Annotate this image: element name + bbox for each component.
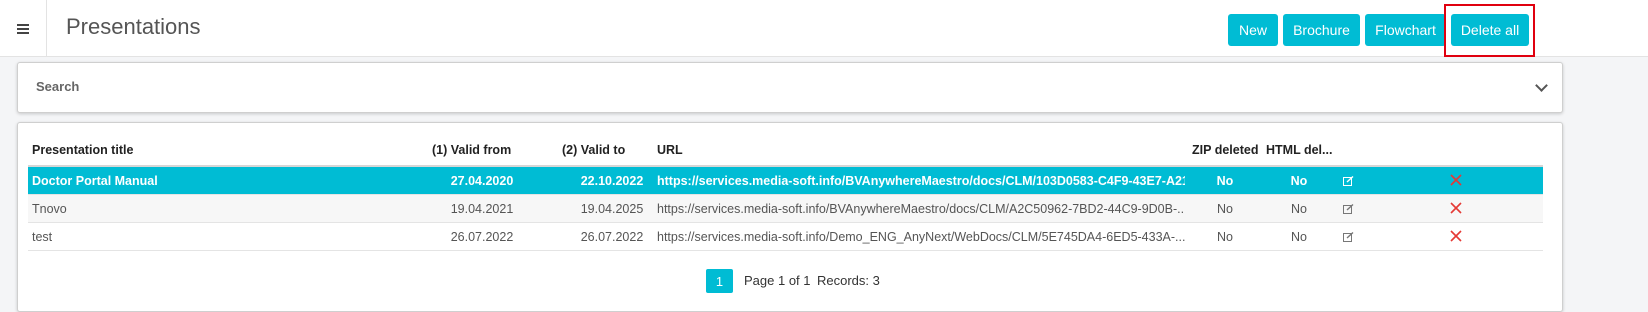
close-icon[interactable] <box>1450 174 1462 186</box>
cell-valid-to: 26.07.2022 <box>580 230 644 244</box>
column-header-valid-to[interactable]: (2) Valid to <box>562 143 662 157</box>
column-header-url[interactable]: URL <box>657 143 1185 157</box>
cell-zip-deleted: No <box>1217 202 1233 216</box>
column-header-html-deleted[interactable]: HTML del... <box>1266 143 1338 157</box>
brochure-button[interactable]: Brochure <box>1283 14 1360 46</box>
close-icon[interactable] <box>1450 202 1462 214</box>
cell-url: https://services.media-soft.info/BVAnywh… <box>657 174 1185 188</box>
column-header-valid-from[interactable]: (1) Valid from <box>432 143 532 157</box>
header-bar: Presentations New Brochure Flowchart Del… <box>0 0 1648 57</box>
presentations-table-panel: Presentation title (1) Valid from (2) Va… <box>17 122 1563 312</box>
cell-valid-from: 19.04.2021 <box>450 202 514 216</box>
table-row[interactable]: Doctor Portal Manual 27.04.2020 22.10.20… <box>28 167 1543 195</box>
column-header-zip-deleted[interactable]: ZIP deleted <box>1192 143 1262 157</box>
table-row[interactable]: test 26.07.2022 26.07.2022 https://servi… <box>28 223 1543 251</box>
cell-zip-deleted: No <box>1217 230 1233 244</box>
cell-html-deleted: No <box>1291 230 1307 244</box>
cell-html-deleted: No <box>1291 202 1307 216</box>
page-title: Presentations <box>66 14 201 39</box>
new-button[interactable]: New <box>1228 14 1278 46</box>
edit-icon[interactable] <box>1343 176 1354 186</box>
cell-valid-to: 22.10.2022 <box>580 174 644 188</box>
cell-valid-from: 27.04.2020 <box>450 174 514 188</box>
cell-title: Tnovo <box>32 202 67 216</box>
edit-icon[interactable] <box>1343 204 1354 214</box>
cell-html-deleted: No <box>1290 174 1308 188</box>
cell-zip-deleted: No <box>1216 174 1234 188</box>
column-header-title[interactable]: Presentation title <box>32 143 412 157</box>
search-label: Search <box>36 79 80 94</box>
table-row[interactable]: Tnovo 19.04.2021 19.04.2025 https://serv… <box>28 195 1543 223</box>
chevron-down-icon[interactable] <box>1535 79 1548 92</box>
delete-all-button[interactable]: Delete all <box>1451 14 1529 46</box>
hamburger-icon <box>17 24 29 34</box>
edit-icon[interactable] <box>1343 232 1354 242</box>
close-icon[interactable] <box>1450 230 1462 242</box>
page-number-button[interactable]: 1 <box>706 269 733 293</box>
search-panel[interactable]: Search <box>17 62 1563 113</box>
menu-button[interactable] <box>0 0 47 57</box>
page-info: Page 1 of 1 <box>744 273 811 288</box>
cell-title: test <box>32 230 53 244</box>
flowchart-button[interactable]: Flowchart <box>1365 14 1446 46</box>
cell-url: https://services.media-soft.info/BVAnywh… <box>657 202 1185 216</box>
records-count: Records: 3 <box>817 273 880 288</box>
table-header: Presentation title (1) Valid from (2) Va… <box>28 133 1543 167</box>
cell-valid-to: 19.04.2025 <box>580 202 644 216</box>
cell-url: https://services.media-soft.info/Demo_EN… <box>657 230 1185 244</box>
cell-valid-from: 26.07.2022 <box>450 230 514 244</box>
cell-title: Doctor Portal Manual <box>32 174 158 188</box>
pager: 1 Page 1 of 1 Records: 3 <box>28 269 1543 295</box>
presentations-grid: Presentation title (1) Valid from (2) Va… <box>28 133 1543 293</box>
